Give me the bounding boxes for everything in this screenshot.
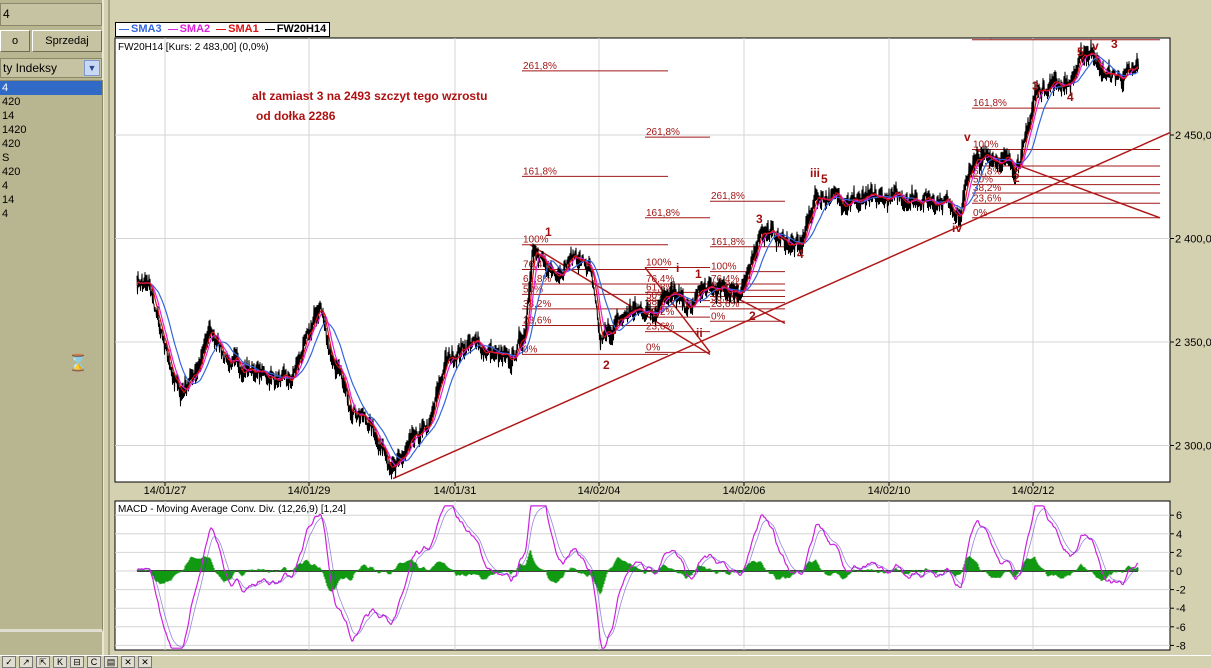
legend-swatch	[119, 28, 129, 30]
x-tick-label: 14/01/29	[288, 485, 331, 497]
fib-level-label: 23,6%	[973, 193, 1001, 204]
fib-level-label: 261,8%	[973, 30, 1007, 41]
legend-item: SMA1	[216, 23, 259, 36]
toolbar-button[interactable]: C	[87, 656, 101, 668]
wave-label: iv	[952, 221, 962, 235]
annotation-text: od dołka 2286	[256, 109, 336, 123]
wave-label: iii	[810, 166, 820, 180]
toolbar-button[interactable]: ✕	[121, 656, 135, 668]
wave-label: 4	[1067, 90, 1074, 104]
macd-y-tick-label: 0	[1176, 566, 1182, 578]
chart-info-label: FW20H14 [Kurs: 2 483,00] (0,0%)	[118, 42, 269, 53]
x-tick-label: 14/02/10	[868, 485, 911, 497]
wave-label: 2	[749, 309, 756, 323]
wave-label: 5	[1077, 45, 1084, 59]
fib-level-label: 161,8%	[711, 237, 745, 248]
macd-y-tick-label: -2	[1176, 585, 1186, 597]
price-plot-area	[114, 37, 1171, 483]
toolbar-button[interactable]: ↗	[19, 656, 33, 668]
wave-label: 1	[545, 225, 552, 239]
wave-label: 3	[1032, 79, 1039, 93]
wave-label: 3	[1111, 37, 1118, 51]
legend-swatch	[216, 28, 227, 30]
wave-label: v	[1092, 39, 1099, 53]
x-tick-label: 14/01/31	[434, 485, 477, 497]
chart-legend: SMA3 SMA2 SMA1 FW20H14	[115, 22, 331, 37]
macd-y-tick-label: 4	[1176, 529, 1182, 541]
fib-level-label: 161,8%	[973, 98, 1007, 109]
y-tick-label: 2 450,00	[1175, 130, 1211, 142]
fib-level-label: 0%	[711, 311, 726, 322]
fib-level-label: 161,8%	[523, 166, 557, 177]
fib-level-label: 261,8%	[711, 191, 745, 202]
macd-title: MACD - Moving Average Conv. Div. (12,26,…	[118, 504, 346, 515]
toolbar-button[interactable]: ✓	[2, 656, 16, 668]
y-tick-label: 2 350,00	[1175, 337, 1211, 349]
fib-level-label: 0%	[646, 342, 661, 353]
wave-label: i	[676, 261, 679, 275]
legend-swatch	[167, 28, 178, 30]
macd-y-tick-label: -4	[1176, 603, 1186, 615]
fib-level-label: 161,8%	[646, 208, 680, 219]
x-tick-label: 14/01/27	[144, 485, 187, 497]
toolbar-button[interactable]: ✕	[138, 656, 152, 668]
wave-label: 4	[797, 247, 804, 261]
macd-y-tick-label: 2	[1176, 547, 1182, 559]
macd-plot-area	[114, 500, 1171, 651]
legend-item: FW20H14	[264, 23, 326, 36]
toolbar-button[interactable]: ▤	[104, 656, 118, 668]
y-tick-label: 2 300,00	[1175, 441, 1211, 453]
annotation-text: alt zamiast 3 na 2493 szczyt tego wzrost…	[252, 89, 487, 103]
fib-level-label: 261,8%	[523, 61, 557, 72]
fib-level-label: 100%	[646, 257, 672, 268]
x-tick-label: 14/02/12	[1012, 485, 1055, 497]
bottom-toolbar: ✓ ↗ ⇱ K ⊟ C ▤ ✕ ✕	[0, 655, 1211, 668]
macd-y-tick-label: -6	[1176, 622, 1186, 634]
wave-label: 3	[756, 212, 763, 226]
y-tick-label: 2 400,00	[1175, 234, 1211, 246]
macd-y-tick-label: -8	[1176, 640, 1186, 652]
wave-label: 1	[695, 267, 702, 281]
macd-y-tick-label: 6	[1176, 510, 1182, 522]
fib-level-label: 23,6%	[711, 299, 739, 310]
toolbar-button[interactable]: ⇱	[36, 656, 50, 668]
fib-level-label: 100%	[711, 262, 737, 273]
x-tick-label: 14/02/06	[723, 485, 766, 497]
wave-label: v	[964, 130, 971, 144]
wave-label: 2	[1013, 171, 1020, 185]
wave-label: ii	[696, 326, 703, 340]
chart-canvas[interactable]: 2 450,00 2 400,00 2 350,00 2 300,00 14/01/27…	[0, 0, 1211, 667]
legend-item: SMA2	[167, 23, 210, 36]
wave-label: 5	[821, 172, 828, 186]
legend-item: SMA3	[119, 23, 162, 36]
fib-level-label: 261,8%	[646, 127, 680, 138]
toolbar-button[interactable]: K	[53, 656, 67, 668]
legend-swatch	[264, 28, 275, 30]
x-tick-label: 14/02/04	[578, 485, 621, 497]
wave-label: 2	[603, 358, 610, 372]
toolbar-button[interactable]: ⊟	[70, 656, 84, 668]
